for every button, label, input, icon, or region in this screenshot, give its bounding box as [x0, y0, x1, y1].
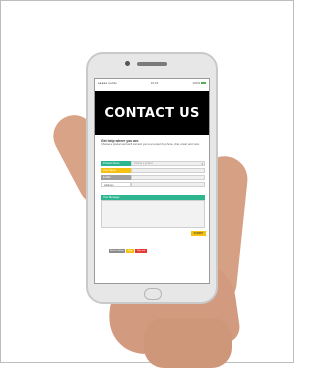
- name-label: Your Name: [101, 168, 131, 173]
- help-description: Choose a product and we'll connect you t…: [101, 143, 200, 146]
- home-button[interactable]: [144, 288, 162, 300]
- back-home-button[interactable]: Back to Home: [109, 249, 125, 253]
- front-camera-icon: [125, 61, 130, 66]
- product-select[interactable]: Choose a product ▾: [131, 161, 205, 166]
- product-label: Product Name: [101, 161, 131, 166]
- smartphone: ●●●●● mobile 16:15 100% CONTACT US Get h…: [86, 52, 218, 304]
- status-bar: ●●●●● mobile 16:15 100%: [95, 79, 209, 87]
- time-label: 16:15: [150, 81, 159, 85]
- bottom-button-bar: Back to Home Help Sign out: [109, 249, 147, 253]
- message-textarea[interactable]: [101, 200, 205, 228]
- page-title: CONTACT US: [104, 105, 200, 121]
- address-label: Address: [101, 182, 131, 187]
- carrier-label: ●●●●● mobile: [98, 81, 117, 85]
- battery-label: 100%: [192, 81, 201, 85]
- battery-icon: [201, 82, 206, 85]
- product-row[interactable]: Product Name Choose a product ▾: [101, 161, 205, 166]
- sign-out-button[interactable]: Sign out: [135, 249, 147, 253]
- address-row[interactable]: Address: [101, 182, 205, 187]
- name-row[interactable]: Your Name: [101, 168, 205, 173]
- email-row[interactable]: E-Mail: [101, 175, 205, 180]
- address-field[interactable]: [131, 182, 205, 187]
- contact-banner: CONTACT US: [95, 91, 209, 135]
- submit-button[interactable]: SUBMIT: [191, 231, 206, 236]
- help-button[interactable]: Help: [126, 249, 134, 253]
- chevron-down-icon: ▾: [201, 162, 203, 166]
- email-label: E-Mail: [101, 175, 131, 180]
- speaker-grille: [137, 62, 167, 66]
- name-field[interactable]: [131, 168, 205, 173]
- hand-wrist: [144, 318, 232, 368]
- phone-screen: ●●●●● mobile 16:15 100% CONTACT US Get h…: [94, 78, 210, 284]
- battery-indicator: 100%: [192, 81, 206, 85]
- email-field[interactable]: [131, 175, 205, 180]
- product-select-value: Choose a product: [134, 162, 153, 165]
